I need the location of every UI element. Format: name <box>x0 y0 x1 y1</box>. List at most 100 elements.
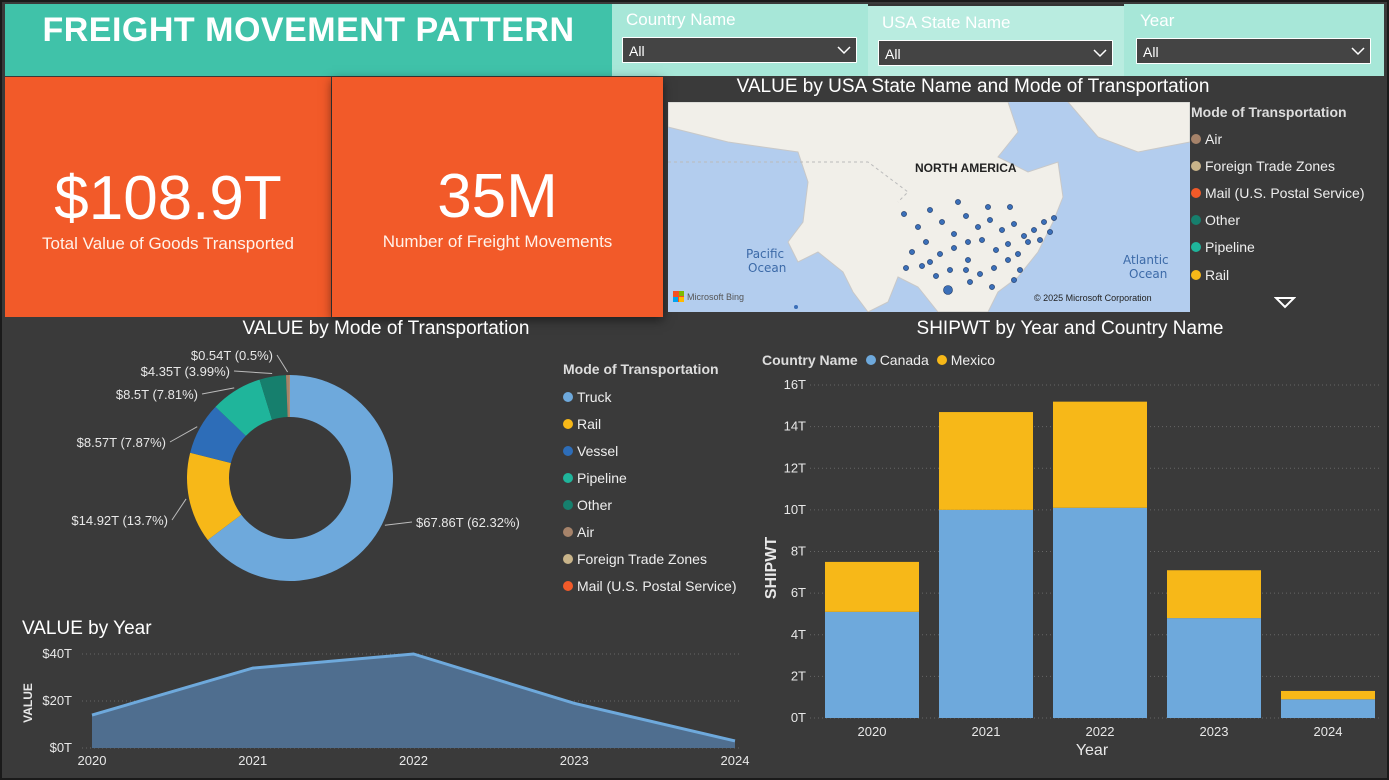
map-point <box>943 285 953 295</box>
map-point <box>927 207 933 213</box>
map-legend-item-0[interactable]: Air <box>1191 125 1364 152</box>
bar-segment-canada <box>825 611 919 718</box>
bar-x-tick: 2023 <box>1200 724 1229 739</box>
map-attribution: © 2025 Microsoft Corporation <box>1034 293 1152 303</box>
map-point <box>1051 215 1057 221</box>
map-label-continent: NORTH AMERICA <box>915 161 1017 175</box>
map-point <box>977 271 983 277</box>
donut-chart[interactable]: $67.86T (62.32%) $14.92T (13.7%) $8.57T (7… <box>5 340 555 610</box>
donut-legend-item-3[interactable]: Pipeline <box>563 464 736 491</box>
scroll-down-icon[interactable] <box>1274 297 1296 309</box>
donut-legend-item-1[interactable]: Rail <box>563 410 736 437</box>
legend-dot-icon <box>1191 242 1201 253</box>
filter-year-select[interactable]: All <box>1136 38 1371 64</box>
map-point <box>1025 239 1031 245</box>
legend-dot-icon <box>1191 269 1201 280</box>
area-x-tick: 2021 <box>238 753 267 768</box>
bar-segment-canada <box>1281 699 1375 718</box>
map-point <box>915 224 921 230</box>
donut-legend-item-7[interactable]: Mail (U.S. Postal Service) <box>563 573 736 600</box>
map-point <box>1015 251 1021 257</box>
map-point <box>947 267 953 273</box>
map-point <box>1041 219 1047 225</box>
legend-dot-icon <box>1191 215 1201 226</box>
bar-legend: Country Name Canada Mexico <box>762 352 995 368</box>
bar-segment-mexico <box>1281 690 1375 700</box>
bar-segment-canada <box>1167 618 1261 718</box>
bar-segment-mexico <box>825 561 919 612</box>
bar-x-tick: 2020 <box>858 724 887 739</box>
donut-legend-item-2[interactable]: Vessel <box>563 437 736 464</box>
filter-country-select[interactable]: All <box>622 37 857 63</box>
bar-segment-canada <box>1053 507 1147 718</box>
area-chart[interactable]: $0T $20T $40T 2020 2021 2022 2023 2024 VALUE <box>5 640 750 775</box>
chevron-down-icon <box>837 46 851 55</box>
bar-segment-canada <box>939 509 1033 718</box>
legend-dot-icon <box>563 472 573 483</box>
map-point <box>937 251 943 257</box>
donut-legend-item-0[interactable]: Truck <box>563 383 736 410</box>
map-point <box>1017 267 1023 273</box>
map-point <box>955 199 961 205</box>
map-point <box>965 239 971 245</box>
bar-chart[interactable]: 0T 2T 4T 6T 8T 10T 12T 14T 16T 2020 2021 2022 2023 20… <box>755 370 1385 765</box>
map-point <box>919 263 925 269</box>
bar-y-axis-label: SHIPWT <box>763 537 780 599</box>
filter-state-value: All <box>885 46 901 62</box>
area-x-tick: 2020 <box>78 753 107 768</box>
bar-x-tick: 2021 <box>972 724 1001 739</box>
filter-state-select[interactable]: All <box>878 40 1113 66</box>
filter-year-value: All <box>1143 44 1159 60</box>
map-point <box>909 249 915 255</box>
bar-segment-mexico <box>1167 570 1261 619</box>
area-x-tick: 2022 <box>399 753 428 768</box>
map-legend-item-5[interactable]: Rail <box>1191 261 1364 288</box>
map-label-pacific-1: Pacific <box>746 247 784 261</box>
page-title: FREIGHT MOVEMENT PATTERN <box>42 11 575 49</box>
map-title: VALUE by USA State Name and Mode of Tran… <box>736 76 1210 97</box>
donut-leader-line <box>276 354 289 373</box>
bar-y-tick: 2T <box>791 668 806 683</box>
map-legend-item-3[interactable]: Other <box>1191 207 1364 234</box>
legend-dot-icon <box>865 355 876 365</box>
donut-data-label: $8.57T (7.87%) <box>77 435 166 450</box>
donut-legend-item-4[interactable]: Other <box>563 491 736 518</box>
map-point <box>963 267 969 273</box>
donut-data-label: $8.5T (7.81%) <box>116 387 198 402</box>
bar-chart-title: SHIPWT by Year and Country Name <box>916 318 1224 339</box>
map-legend-item-2[interactable]: Mail (U.S. Postal Service) <box>1191 179 1364 206</box>
kpi-total-value: $108.9T <box>54 164 282 233</box>
map-point <box>939 219 945 225</box>
bar-segment-mexico <box>939 412 1033 510</box>
legend-dot-icon <box>563 581 573 592</box>
filter-country-label: Country Name <box>626 10 736 29</box>
map-legend: Air Foreign Trade Zones Mail (U.S. Postal … <box>1191 125 1364 288</box>
map-visual[interactable]: NORTH AMERICA Pacific Ocean Atlantic Oce… <box>668 102 1190 312</box>
map-legend-item-1[interactable]: Foreign Trade Zones <box>1191 152 1364 179</box>
donut-data-label: $67.86T (62.32%) <box>416 515 520 530</box>
map-point <box>993 247 999 253</box>
donut-legend: Truck Rail Vessel Pipeline Other Air Foreign T… <box>563 383 736 600</box>
bar-x-tick: 2022 <box>1086 724 1115 739</box>
legend-dot-icon <box>1191 160 1201 171</box>
chevron-down-icon <box>1093 49 1107 58</box>
filter-country-value: All <box>629 43 645 59</box>
map-point <box>975 224 981 230</box>
bar-legend-title: Country Name <box>762 352 858 368</box>
area-y-axis-label: VALUE <box>21 683 35 723</box>
map-point <box>951 245 957 251</box>
donut-legend-item-5[interactable]: Air <box>563 518 736 545</box>
map-point <box>989 284 995 290</box>
legend-dot-icon <box>563 527 573 538</box>
donut-leader-line <box>384 521 413 526</box>
donut-data-label: $14.92T (13.7%) <box>71 513 168 528</box>
filter-state-label: USA State Name <box>882 13 1011 32</box>
map-label-pacific-2: Ocean <box>748 261 786 275</box>
kpi-total-value-label: Total Value of Goods Transported <box>41 234 294 253</box>
donut-legend-item-6[interactable]: Foreign Trade Zones <box>563 546 736 573</box>
chevron-down-icon <box>1351 47 1365 56</box>
bar-legend-item-mexico: Mexico <box>936 352 995 368</box>
kpi-total-value-card: $108.9T Total Value of Goods Transported <box>5 77 331 317</box>
map-legend-item-4[interactable]: Pipeline <box>1191 234 1364 261</box>
filter-year-label: Year <box>1140 11 1175 30</box>
